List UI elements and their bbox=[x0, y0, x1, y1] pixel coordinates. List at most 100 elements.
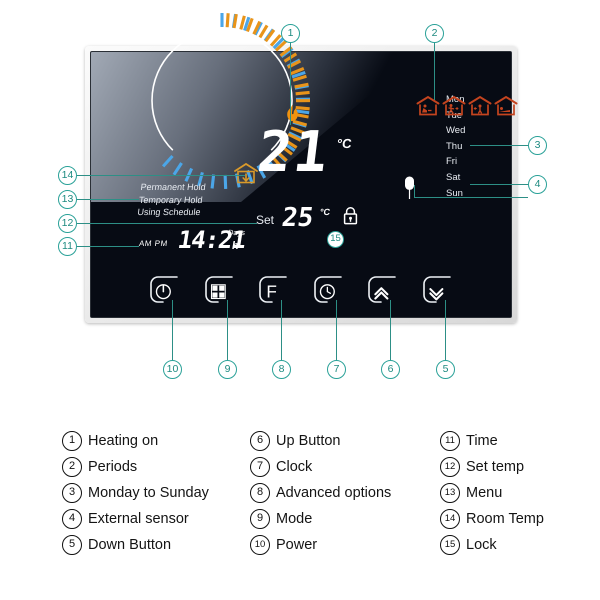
legend-label: Menu bbox=[466, 485, 503, 501]
callout-2: 2 bbox=[425, 24, 444, 43]
hold-mode-list: Permanent Hold Temporary Hold Using Sche… bbox=[137, 181, 207, 219]
legend-item-6: 6 Up Button bbox=[250, 428, 440, 454]
callout-11: 11 bbox=[58, 237, 77, 256]
room-temperature-value: 21 bbox=[254, 120, 334, 185]
legend-number: 15 bbox=[440, 535, 460, 555]
legend-item-1: 1 Heating on bbox=[62, 428, 250, 454]
callout-leader-14 bbox=[77, 175, 245, 176]
callout-1: 1 bbox=[281, 24, 300, 43]
legend-number: 11 bbox=[440, 431, 460, 451]
power-button[interactable] bbox=[147, 273, 187, 309]
down-button[interactable] bbox=[420, 273, 460, 309]
clock-button[interactable] bbox=[311, 273, 351, 309]
legend-number: 12 bbox=[440, 457, 460, 477]
house-person-waking-icon bbox=[416, 95, 440, 116]
legend-label: External sensor bbox=[88, 511, 189, 527]
padlock-icon bbox=[343, 206, 358, 225]
up-button[interactable] bbox=[365, 273, 405, 309]
legend-number: 6 bbox=[250, 431, 270, 451]
legend-column-2: 6 Up Button 7 Clock 8 Advanced options 9 Mode 10… bbox=[250, 428, 440, 558]
legend-number: 3 bbox=[62, 483, 82, 503]
button-row: F bbox=[147, 273, 457, 311]
house-person-sleeping-icon bbox=[494, 95, 518, 116]
legend-label: Clock bbox=[276, 459, 313, 475]
legend-item-2: 2 Periods bbox=[62, 454, 250, 480]
callout-3: 3 bbox=[528, 136, 547, 155]
room-temperature-unit: °C bbox=[336, 136, 353, 151]
weekday-thu: Thu bbox=[446, 140, 463, 152]
weekday-sun: Sun bbox=[446, 187, 463, 199]
callout-10: 10 bbox=[163, 360, 182, 379]
callout-leader-7 bbox=[336, 300, 337, 360]
callout-9: 9 bbox=[218, 360, 237, 379]
legend-number: 2 bbox=[62, 457, 82, 477]
callout-leader-2 bbox=[434, 43, 435, 100]
house-person-away-icon bbox=[468, 95, 492, 116]
legend-item-9: 9 Mode bbox=[250, 506, 440, 532]
legend-item-12: 12 Set temp bbox=[440, 454, 560, 480]
house-person-leaving-icon bbox=[442, 95, 466, 116]
power-icon bbox=[155, 284, 171, 300]
callout-leader-6 bbox=[390, 300, 391, 360]
mode-button[interactable] bbox=[202, 273, 242, 309]
callout-5: 5 bbox=[436, 360, 455, 379]
legend-item-11: 11 Time bbox=[440, 428, 560, 454]
clock-icon bbox=[319, 284, 335, 300]
legend-number: 4 bbox=[62, 509, 82, 529]
legend-item-5: 5 Down Button bbox=[62, 532, 250, 558]
legend-number: 7 bbox=[250, 457, 270, 477]
legend-label: Advanced options bbox=[276, 485, 392, 501]
legend-label: Power bbox=[276, 537, 318, 553]
chevron-up-icon bbox=[374, 287, 389, 300]
callout-leader-12 bbox=[77, 223, 257, 224]
callout-leader-4 bbox=[414, 197, 528, 198]
am-pm-indicator: AM PM bbox=[138, 239, 169, 248]
legend-label: Set temp bbox=[466, 459, 525, 475]
callout-leader-4 bbox=[470, 184, 528, 185]
legend-column-3: 11 Time 12 Set temp 13 Menu 14 Room Temp 15 Lock bbox=[440, 428, 560, 558]
legend-number: 10 bbox=[250, 535, 270, 555]
callout-leader-5 bbox=[445, 300, 446, 360]
legend-label: Heating on bbox=[88, 433, 159, 449]
callout-leader-11 bbox=[77, 246, 139, 247]
legend-item-14: 14 Room Temp bbox=[440, 506, 560, 532]
period-icon-list bbox=[415, 95, 519, 125]
advanced-button[interactable]: F bbox=[256, 273, 296, 309]
legend-item-8: 8 Advanced options bbox=[250, 480, 440, 506]
letter-f-icon: F bbox=[266, 282, 277, 302]
callout-15: 15 bbox=[327, 231, 344, 248]
callout-7: 7 bbox=[327, 360, 346, 379]
legend-label: Down Button bbox=[88, 537, 172, 553]
callout-14: 14 bbox=[58, 166, 77, 185]
legend-number: 9 bbox=[250, 509, 270, 529]
legend-number: 8 bbox=[250, 483, 270, 503]
legend-item-10: 10 Power bbox=[250, 532, 440, 558]
weekday-sat: Sat bbox=[446, 171, 461, 183]
days-label: Days bbox=[227, 228, 246, 237]
legend-item-7: 7 Clock bbox=[250, 454, 440, 480]
callout-leader-1 bbox=[290, 43, 291, 125]
legend-label: Up Button bbox=[276, 433, 341, 449]
legend-label: Lock bbox=[466, 537, 497, 553]
callout-leader-9 bbox=[227, 300, 228, 360]
legend-number: 13 bbox=[440, 483, 460, 503]
callout-leader-8 bbox=[281, 300, 282, 360]
legend-label: Room Temp bbox=[466, 511, 544, 527]
chevron-down-icon bbox=[428, 288, 443, 301]
weekday-wed: Wed bbox=[446, 125, 466, 137]
legend-label: Monday to Sunday bbox=[88, 485, 209, 501]
legend-item-13: 13 Menu bbox=[440, 480, 560, 506]
svg-text:F: F bbox=[266, 282, 277, 302]
callout-6: 6 bbox=[381, 360, 400, 379]
weekday-fri: Fri bbox=[446, 156, 458, 168]
callout-leader-10 bbox=[172, 300, 173, 360]
callout-12: 12 bbox=[58, 214, 77, 233]
callout-leader-3 bbox=[470, 145, 528, 146]
callout-leader-4 bbox=[414, 185, 415, 197]
legend-label: Mode bbox=[276, 511, 313, 527]
set-temperature-unit: °C bbox=[319, 207, 331, 217]
legend-item-4: 4 External sensor bbox=[62, 506, 250, 532]
legend: 1 Heating on 2 Periods 3 Monday to Sunday 4 Ext… bbox=[62, 428, 562, 558]
legend-item-3: 3 Monday to Sunday bbox=[62, 480, 250, 506]
hold-mode-temporary: Temporary Hold bbox=[138, 194, 204, 205]
